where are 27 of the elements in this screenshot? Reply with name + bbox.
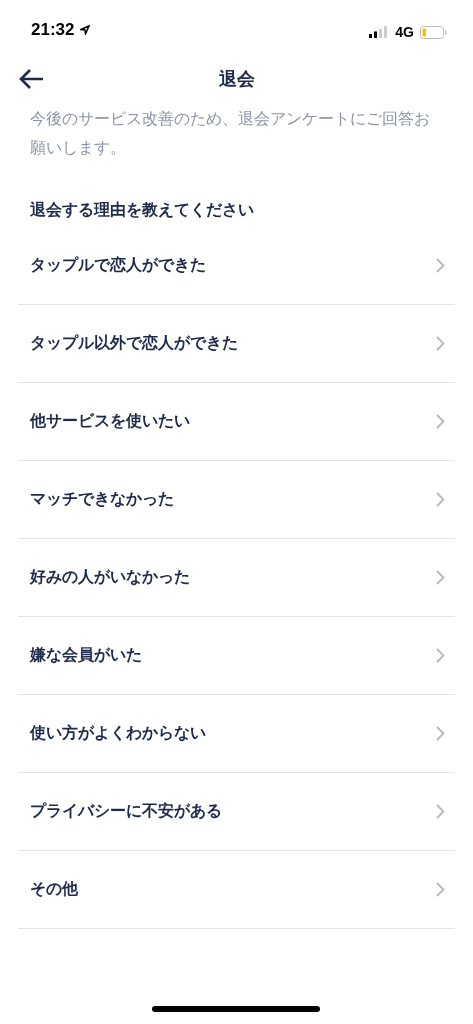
chevron-icon <box>436 570 445 585</box>
section-heading: 退会する理由を教えてください <box>29 200 255 221</box>
chevron-icon <box>436 804 445 819</box>
reason-item[interactable]: 好みの人がいなかった <box>18 539 455 617</box>
chevron-icon <box>436 492 445 507</box>
reason-item[interactable]: 他サービスを使いたい <box>18 383 455 461</box>
back-arrow-icon[interactable] <box>18 68 44 90</box>
chevron-icon <box>436 726 445 741</box>
network-label: 4G <box>395 24 414 40</box>
location-icon <box>80 25 91 35</box>
chevron-icon <box>436 258 445 273</box>
battery-icon <box>420 25 447 39</box>
chevron-icon <box>436 882 445 897</box>
signal-icon <box>369 26 390 38</box>
page-title: 退会 <box>218 67 255 91</box>
chevron-icon <box>436 414 445 429</box>
reason-item[interactable]: マッチできなかった <box>18 461 455 539</box>
reason-item[interactable]: 嫌な会員がいた <box>18 617 455 695</box>
reason-item[interactable]: 使い方がよくわからない <box>18 695 455 773</box>
reason-item[interactable]: タップル以外で恋人ができた <box>18 305 455 383</box>
chevron-icon <box>436 648 445 663</box>
status-time: 21:32 <box>31 20 75 40</box>
chevron-icon <box>436 336 445 351</box>
reason-item[interactable]: プライバシーに不安がある <box>18 773 455 851</box>
reason-item[interactable]: その他 <box>18 851 455 929</box>
intro-text: 今後のサービス改善のため、退会アンケートにご回答お願いします。 <box>29 108 431 159</box>
reason-item[interactable]: タップルで恋人ができた <box>18 227 455 305</box>
